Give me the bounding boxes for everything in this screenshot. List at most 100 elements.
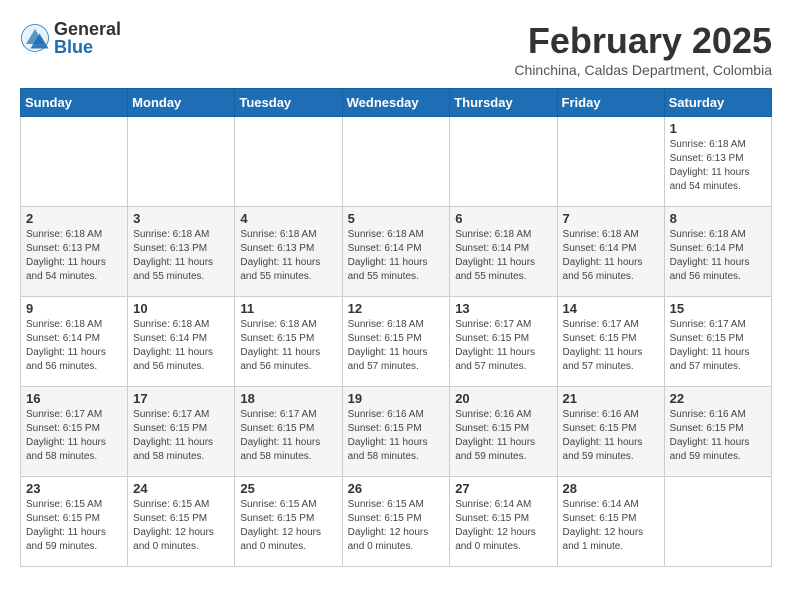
- calendar-week-row: 23Sunrise: 6:15 AM Sunset: 6:15 PM Dayli…: [21, 477, 772, 567]
- calendar-cell: [342, 117, 450, 207]
- day-number: 27: [455, 481, 551, 496]
- day-info: Sunrise: 6:15 AM Sunset: 6:15 PM Dayligh…: [348, 498, 445, 554]
- calendar-cell: 8 Sunrise: 6:18 AM Sunset: 6:14 PM Daylig…: [664, 207, 771, 297]
- weekday-header-monday: Monday: [128, 89, 235, 117]
- day-info: Sunrise: 6:17 AM Sunset: 6:15 PM Dayligh…: [563, 318, 659, 374]
- logo-icon: [20, 23, 50, 53]
- day-number: 2: [26, 211, 122, 226]
- calendar-cell: 2Sunrise: 6:18 AM Sunset: 6:13 PM Daylig…: [21, 207, 128, 297]
- day-number: 14: [563, 301, 659, 316]
- calendar-cell: 22Sunrise: 6:16 AM Sunset: 6:15 PM Dayli…: [664, 387, 771, 477]
- calendar-cell: 16 Sunrise: 6:17 AM Sunset: 6:15 PM Dayli…: [21, 387, 128, 477]
- day-number: 26: [348, 481, 445, 496]
- day-number: 4: [240, 211, 336, 226]
- calendar-table: SundayMondayTuesdayWednesdayThursdayFrid…: [20, 88, 772, 567]
- day-info: Sunrise: 6:18 AM Sunset: 6:14 PM Dayligh…: [348, 228, 445, 284]
- calendar-cell: 15 Sunrise: 6:17 AM Sunset: 6:15 PM Dayli…: [664, 297, 771, 387]
- day-number: 1: [670, 121, 766, 136]
- day-info: Sunrise: 6:15 AM Sunset: 6:15 PM Dayligh…: [240, 498, 336, 554]
- calendar-cell: 6 Sunrise: 6:18 AM Sunset: 6:14 PM Daylig…: [450, 207, 557, 297]
- title-area: February 2025 Chinchina, Caldas Departme…: [514, 20, 772, 78]
- calendar-cell: [128, 117, 235, 207]
- calendar-cell: 1 Sunrise: 6:18 AM Sunset: 6:13 PM Daylig…: [664, 117, 771, 207]
- day-info: Sunrise: 6:17 AM Sunset: 6:15 PM Dayligh…: [26, 408, 122, 464]
- calendar-cell: 11 Sunrise: 6:18 AM Sunset: 6:15 PM Dayli…: [235, 297, 342, 387]
- day-info: Sunrise: 6:18 AM Sunset: 6:15 PM Dayligh…: [240, 318, 336, 374]
- calendar-cell: 14 Sunrise: 6:17 AM Sunset: 6:15 PM Dayli…: [557, 297, 664, 387]
- day-info: Sunrise: 6:18 AM Sunset: 6:14 PM Dayligh…: [563, 228, 659, 284]
- day-number: 21: [563, 391, 659, 406]
- day-number: 8: [670, 211, 766, 226]
- day-number: 6: [455, 211, 551, 226]
- calendar-cell: 10 Sunrise: 6:18 AM Sunset: 6:14 PM Dayli…: [128, 297, 235, 387]
- day-info: Sunrise: 6:17 AM Sunset: 6:15 PM Dayligh…: [133, 408, 229, 464]
- calendar-cell: 7 Sunrise: 6:18 AM Sunset: 6:14 PM Daylig…: [557, 207, 664, 297]
- weekday-header-friday: Friday: [557, 89, 664, 117]
- calendar-cell: [235, 117, 342, 207]
- day-number: 19: [348, 391, 445, 406]
- weekday-header-wednesday: Wednesday: [342, 89, 450, 117]
- weekday-header-thursday: Thursday: [450, 89, 557, 117]
- calendar-cell: 5 Sunrise: 6:18 AM Sunset: 6:14 PM Daylig…: [342, 207, 450, 297]
- day-number: 15: [670, 301, 766, 316]
- day-number: 25: [240, 481, 336, 496]
- calendar-cell: 4 Sunrise: 6:18 AM Sunset: 6:13 PM Daylig…: [235, 207, 342, 297]
- calendar-week-row: 1 Sunrise: 6:18 AM Sunset: 6:13 PM Daylig…: [21, 117, 772, 207]
- day-info: Sunrise: 6:18 AM Sunset: 6:14 PM Dayligh…: [455, 228, 551, 284]
- day-number: 24: [133, 481, 229, 496]
- day-info: Sunrise: 6:18 AM Sunset: 6:14 PM Dayligh…: [26, 318, 122, 374]
- calendar-cell: 18Sunrise: 6:17 AM Sunset: 6:15 PM Dayli…: [235, 387, 342, 477]
- calendar-cell: [664, 477, 771, 567]
- day-number: 3: [133, 211, 229, 226]
- weekday-header-tuesday: Tuesday: [235, 89, 342, 117]
- day-info: Sunrise: 6:15 AM Sunset: 6:15 PM Dayligh…: [26, 498, 122, 554]
- calendar-week-row: 16 Sunrise: 6:17 AM Sunset: 6:15 PM Dayli…: [21, 387, 772, 477]
- calendar-cell: 27 Sunrise: 6:14 AM Sunset: 6:15 PM Dayli…: [450, 477, 557, 567]
- weekday-header-saturday: Saturday: [664, 89, 771, 117]
- day-info: Sunrise: 6:15 AM Sunset: 6:15 PM Dayligh…: [133, 498, 229, 554]
- day-info: Sunrise: 6:18 AM Sunset: 6:13 PM Dayligh…: [670, 138, 766, 194]
- day-info: Sunrise: 6:16 AM Sunset: 6:15 PM Dayligh…: [563, 408, 659, 464]
- page-header: General Blue February 2025 Chinchina, Ca…: [20, 20, 772, 78]
- day-number: 20: [455, 391, 551, 406]
- calendar-cell: 19Sunrise: 6:16 AM Sunset: 6:15 PM Dayli…: [342, 387, 450, 477]
- calendar-cell: 9Sunrise: 6:18 AM Sunset: 6:14 PM Daylig…: [21, 297, 128, 387]
- calendar-cell: 3Sunrise: 6:18 AM Sunset: 6:13 PM Daylig…: [128, 207, 235, 297]
- day-number: 5: [348, 211, 445, 226]
- calendar-cell: [21, 117, 128, 207]
- calendar-cell: 26 Sunrise: 6:15 AM Sunset: 6:15 PM Dayli…: [342, 477, 450, 567]
- day-info: Sunrise: 6:16 AM Sunset: 6:15 PM Dayligh…: [670, 408, 766, 464]
- calendar-cell: [557, 117, 664, 207]
- calendar-cell: 20 Sunrise: 6:16 AM Sunset: 6:15 PM Dayli…: [450, 387, 557, 477]
- day-info: Sunrise: 6:16 AM Sunset: 6:15 PM Dayligh…: [455, 408, 551, 464]
- logo: General Blue: [20, 20, 121, 56]
- day-number: 17: [133, 391, 229, 406]
- logo-general-text: General: [54, 20, 121, 38]
- day-number: 16: [26, 391, 122, 406]
- weekday-header-row: SundayMondayTuesdayWednesdayThursdayFrid…: [21, 89, 772, 117]
- day-number: 28: [563, 481, 659, 496]
- day-number: 7: [563, 211, 659, 226]
- day-number: 12: [348, 301, 445, 316]
- day-info: Sunrise: 6:17 AM Sunset: 6:15 PM Dayligh…: [455, 318, 551, 374]
- day-info: Sunrise: 6:18 AM Sunset: 6:13 PM Dayligh…: [240, 228, 336, 284]
- logo-text: General Blue: [54, 20, 121, 56]
- day-number: 10: [133, 301, 229, 316]
- calendar-cell: 24 Sunrise: 6:15 AM Sunset: 6:15 PM Dayli…: [128, 477, 235, 567]
- day-number: 18: [240, 391, 336, 406]
- calendar-cell: 17 Sunrise: 6:17 AM Sunset: 6:15 PM Dayli…: [128, 387, 235, 477]
- calendar-cell: 25 Sunrise: 6:15 AM Sunset: 6:15 PM Dayli…: [235, 477, 342, 567]
- calendar-cell: [450, 117, 557, 207]
- calendar-cell: 23Sunrise: 6:15 AM Sunset: 6:15 PM Dayli…: [21, 477, 128, 567]
- day-info: Sunrise: 6:14 AM Sunset: 6:15 PM Dayligh…: [455, 498, 551, 554]
- day-number: 11: [240, 301, 336, 316]
- month-title: February 2025: [514, 20, 772, 62]
- day-info: Sunrise: 6:14 AM Sunset: 6:15 PM Dayligh…: [563, 498, 659, 554]
- calendar-cell: 12 Sunrise: 6:18 AM Sunset: 6:15 PM Dayli…: [342, 297, 450, 387]
- day-info: Sunrise: 6:18 AM Sunset: 6:14 PM Dayligh…: [670, 228, 766, 284]
- calendar-cell: 13Sunrise: 6:17 AM Sunset: 6:15 PM Dayli…: [450, 297, 557, 387]
- day-info: Sunrise: 6:18 AM Sunset: 6:15 PM Dayligh…: [348, 318, 445, 374]
- day-info: Sunrise: 6:18 AM Sunset: 6:14 PM Dayligh…: [133, 318, 229, 374]
- calendar-cell: 28 Sunrise: 6:14 AM Sunset: 6:15 PM Dayli…: [557, 477, 664, 567]
- day-info: Sunrise: 6:17 AM Sunset: 6:15 PM Dayligh…: [670, 318, 766, 374]
